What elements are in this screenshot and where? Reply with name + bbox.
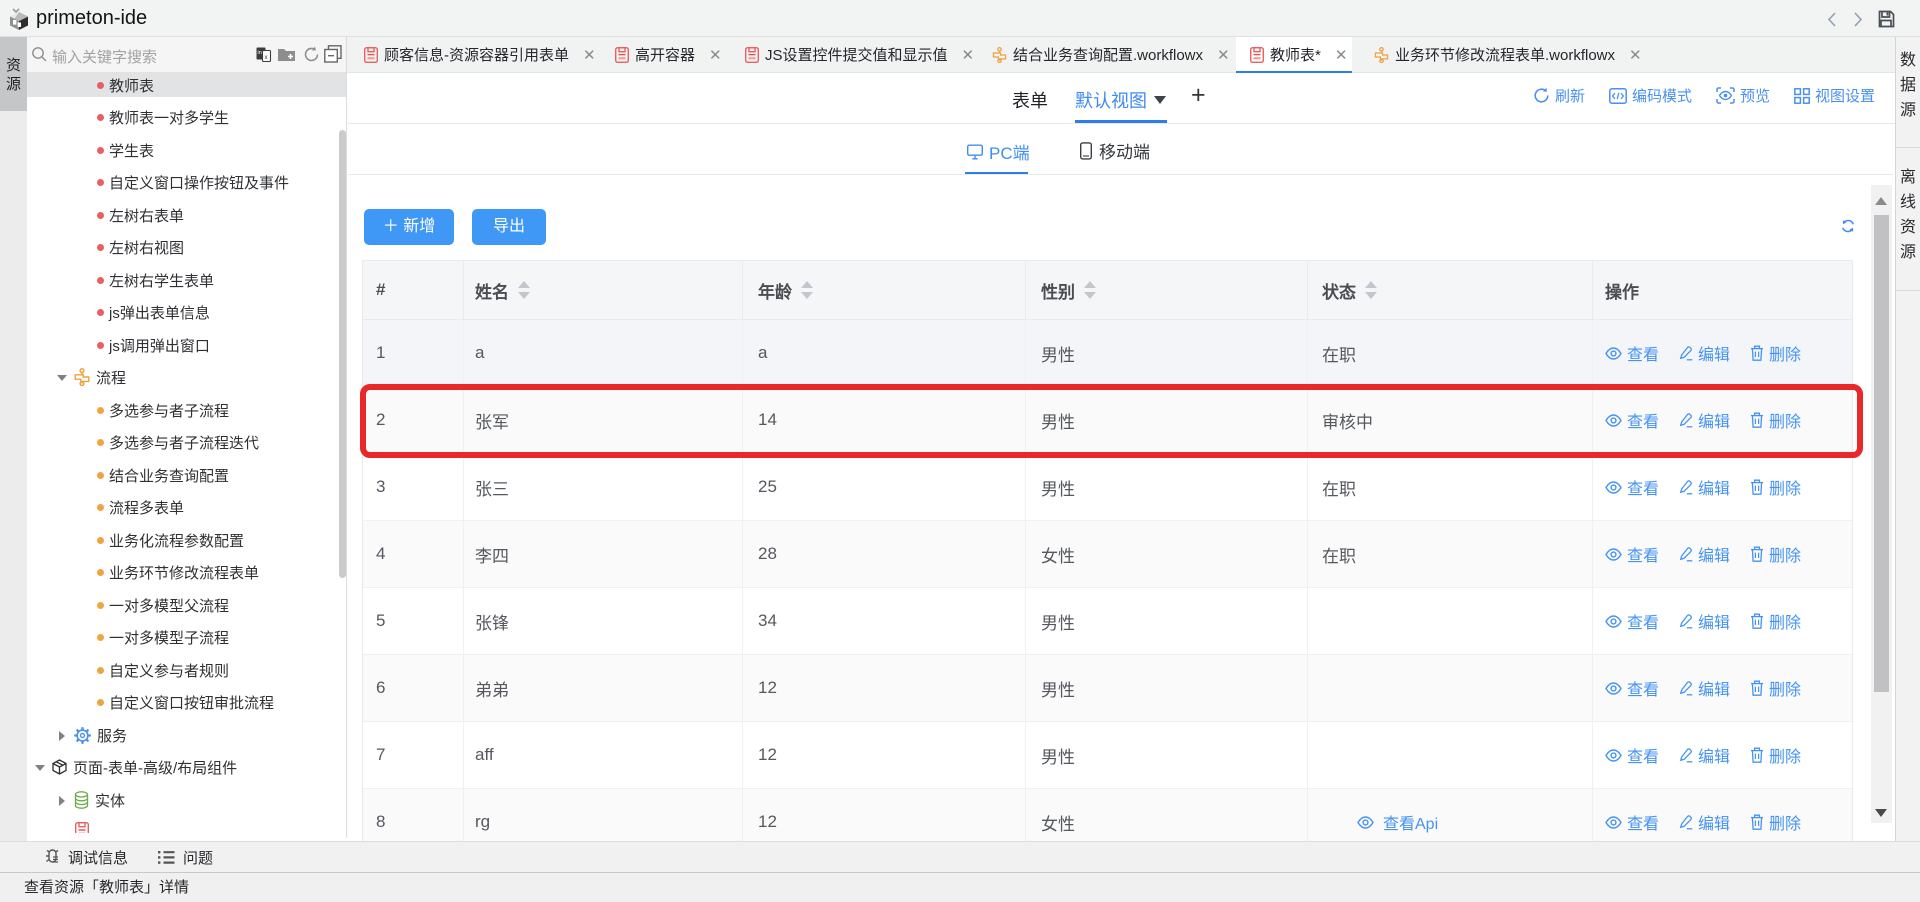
svg-text:x: x — [265, 55, 268, 61]
svg-text:in: in — [258, 50, 262, 56]
